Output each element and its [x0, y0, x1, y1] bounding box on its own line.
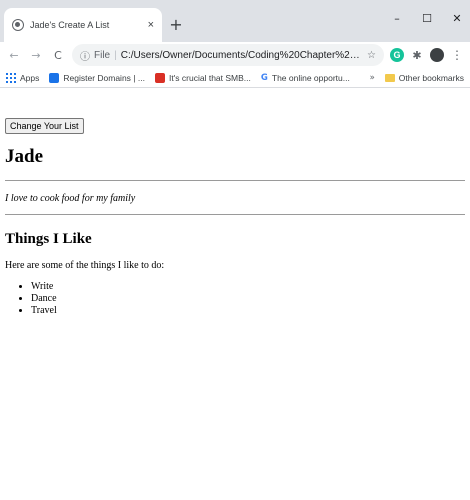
bookmark-favicon-icon [49, 72, 60, 83]
grammarly-icon[interactable]: G [390, 48, 404, 62]
intro-text: Here are some of the things I like to do… [5, 260, 165, 271]
info-icon[interactable]: ⓘ [80, 48, 90, 63]
page-title: Jade [5, 146, 43, 167]
bookmark-apps-label: Apps [20, 72, 40, 83]
reload-icon[interactable]: C [50, 49, 66, 62]
change-list-button[interactable]: Change Your List [5, 118, 84, 134]
bookmarks-bar: Apps Register Domains | ... It's crucial… [0, 68, 470, 88]
bookmark-item[interactable]: G The online opportu... [261, 73, 350, 83]
address-separator: | [114, 49, 117, 61]
maximize-button[interactable]: ☐ [412, 8, 442, 28]
folder-icon [384, 73, 395, 82]
tagline: I love to cook food for my family [5, 193, 136, 204]
bookmark-favicon-icon [154, 72, 165, 83]
extensions-icon[interactable]: ✱ [410, 48, 424, 62]
page-content: Change Your List Jade I love to cook foo… [0, 110, 470, 317]
tab-active[interactable]: Jade's Create A List × [4, 8, 162, 42]
back-arrow-icon[interactable]: ← [6, 49, 22, 62]
close-window-button[interactable]: ✕ [442, 8, 470, 28]
new-tab-button[interactable]: + [166, 14, 186, 34]
profile-avatar-icon[interactable] [430, 48, 444, 62]
address-scheme: File [94, 49, 111, 61]
address-url[interactable]: C:/Users/Owner/Documents/Coding%20Chapte… [121, 50, 363, 61]
kebab-menu-icon[interactable]: ⋮ [450, 48, 464, 62]
bookmark-item[interactable]: Register Domains | ... [49, 72, 145, 83]
bookmark-item[interactable]: It's crucial that SMB... [154, 72, 251, 83]
tab-close-icon[interactable]: × [148, 19, 154, 31]
bookmark-apps[interactable]: Apps [6, 72, 40, 83]
bookmark-label: Register Domains | ... [63, 72, 145, 83]
bookmark-label: The online opportu... [271, 72, 350, 83]
google-g-icon: G [260, 72, 268, 83]
forward-arrow-icon[interactable]: → [28, 49, 44, 62]
bookmark-star-icon[interactable]: ☆ [367, 50, 376, 61]
list-item: Travel [31, 305, 465, 317]
address-bar[interactable]: ⓘ File | C:/Users/Owner/Documents/Coding… [72, 44, 384, 66]
other-bookmarks[interactable]: Other bookmarks [384, 72, 464, 83]
browser-toolbar: ← → C ⓘ File | C:/Users/Owner/Documents/… [0, 42, 470, 68]
things-list: Write Dance Travel [5, 281, 465, 317]
divider-top [5, 180, 465, 181]
apps-grid-icon [6, 72, 16, 83]
tab-title: Jade's Create A List [30, 20, 110, 30]
divider-bottom [5, 214, 465, 215]
list-item: Write [31, 281, 465, 293]
globe-icon [12, 19, 24, 31]
minimize-button[interactable]: – [382, 8, 412, 28]
tab-strip: Jade's Create A List × + – ☐ ✕ [0, 0, 470, 42]
browser-chrome: Jade's Create A List × + – ☐ ✕ ← → C ⓘ F… [0, 0, 470, 110]
bookmark-label: It's crucial that SMB... [168, 72, 251, 83]
bookmarks-overflow-button[interactable]: » [370, 73, 375, 83]
list-item: Dance [31, 293, 465, 305]
other-bookmarks-label: Other bookmarks [398, 72, 464, 83]
section-heading: Things I Like [5, 231, 92, 247]
